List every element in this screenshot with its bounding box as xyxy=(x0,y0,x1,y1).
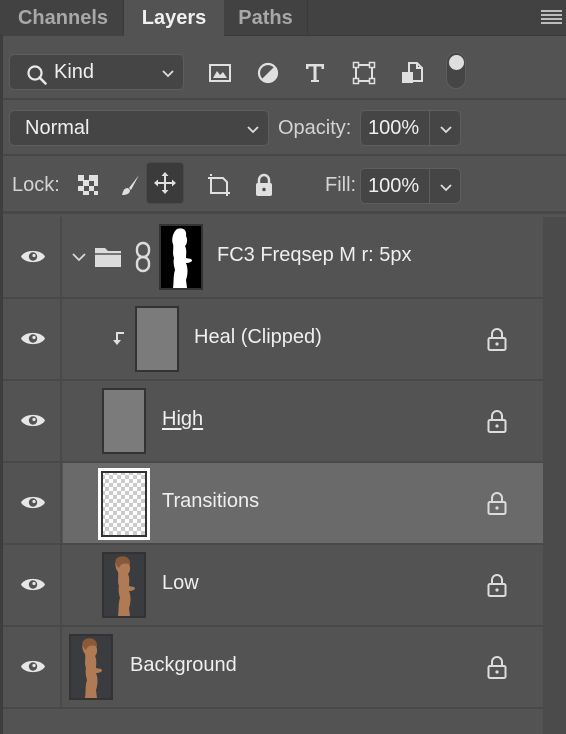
link-icon[interactable] xyxy=(135,241,151,273)
eye-icon xyxy=(21,332,45,345)
layer-name[interactable]: Transitions xyxy=(162,490,259,513)
toggle-knob xyxy=(449,55,464,70)
fill-value[interactable]: 100% xyxy=(368,175,419,198)
search-icon xyxy=(27,65,47,85)
blend-row: Normal Opacity: 100% xyxy=(3,100,566,156)
layer-thumbnail[interactable] xyxy=(102,388,146,454)
visibility-toggle[interactable] xyxy=(3,299,62,379)
visibility-toggle[interactable] xyxy=(3,463,62,543)
blend-mode-dropdown[interactable]: Normal xyxy=(9,110,269,146)
eye-icon xyxy=(21,414,45,427)
eye-icon xyxy=(21,578,45,591)
lock-icon xyxy=(487,492,507,515)
hamburger-menu-icon[interactable] xyxy=(541,10,562,24)
visibility-toggle[interactable] xyxy=(3,217,62,297)
chevron-down-icon xyxy=(247,126,259,134)
layer-body[interactable]: Heal (Clipped) xyxy=(63,299,543,379)
photo-layer-thumbnail[interactable] xyxy=(102,552,146,618)
silhouette-mask xyxy=(172,228,192,288)
chevron-down-icon xyxy=(162,70,174,78)
layer-row-high[interactable]: High xyxy=(3,381,566,463)
lock-artboard-icon[interactable] xyxy=(207,173,231,197)
layer-name[interactable]: FC3 Freqsep M r: 5px xyxy=(217,244,412,267)
layer-name[interactable]: Heal (Clipped) xyxy=(194,326,322,349)
visibility-toggle[interactable] xyxy=(3,545,62,625)
divider xyxy=(429,169,430,203)
blend-mode-value: Normal xyxy=(25,117,90,139)
image-filter-icon[interactable] xyxy=(208,61,232,85)
lock-all-icon[interactable] xyxy=(252,173,276,197)
lock-transparent-pixels-icon[interactable] xyxy=(76,173,100,197)
clipping-arrow-icon xyxy=(113,332,124,345)
opacity-value[interactable]: 100% xyxy=(368,117,419,140)
portrait-image xyxy=(115,556,135,616)
opacity-label: Opacity: xyxy=(278,117,352,139)
transparent-layer-thumbnail[interactable] xyxy=(98,468,150,540)
lock-icon xyxy=(487,328,507,351)
lock-row: Lock: Fill: 100% xyxy=(3,156,566,214)
layer-body[interactable]: Low xyxy=(63,545,543,625)
layer-thumbnail[interactable] xyxy=(135,306,179,372)
smart-object-filter-icon[interactable] xyxy=(400,61,424,85)
lock-position-icon xyxy=(154,172,176,194)
fill-label: Fill: xyxy=(325,174,357,196)
visibility-toggle[interactable] xyxy=(3,627,62,707)
layer-name[interactable]: Background xyxy=(130,654,237,677)
layer-body[interactable]: FC3 Freqsep M r: 5px xyxy=(63,217,543,297)
layer-row-transitions[interactable]: Transitions xyxy=(3,463,566,545)
layer-body[interactable]: Background xyxy=(63,627,543,707)
divider xyxy=(429,111,430,145)
lock-icon xyxy=(487,410,507,433)
filter-toggle-switch[interactable] xyxy=(446,52,466,89)
layer-name[interactable]: Low xyxy=(162,572,199,595)
layer-body[interactable]: Transitions xyxy=(63,463,543,543)
lock-icon xyxy=(487,574,507,597)
lock-position-button[interactable] xyxy=(146,162,184,204)
tab-layers[interactable]: Layers xyxy=(124,0,224,37)
lock-image-pixels-icon[interactable] xyxy=(118,173,142,197)
layer-row-low[interactable]: Low xyxy=(3,545,566,627)
photo-layer-thumbnail[interactable] xyxy=(69,634,113,700)
adjustment-filter-icon[interactable] xyxy=(256,61,280,85)
opacity-field[interactable]: 100% xyxy=(360,110,461,146)
panel-tab-bar: Channels Layers Paths xyxy=(0,0,566,37)
eye-icon xyxy=(21,496,45,509)
chevron-down-icon[interactable] xyxy=(439,125,453,135)
layer-row-heal[interactable]: Heal (Clipped) xyxy=(3,299,566,381)
lock-icon xyxy=(487,656,507,679)
chevron-down-icon[interactable] xyxy=(71,251,87,263)
layer-row-background[interactable]: Background xyxy=(3,627,566,709)
eye-icon xyxy=(21,660,45,673)
portrait-image xyxy=(82,638,102,698)
layer-row-fc3-group[interactable]: FC3 Freqsep M r: 5px xyxy=(3,217,566,299)
filter-kind-label: Kind xyxy=(54,61,95,83)
shape-filter-icon[interactable] xyxy=(352,61,376,85)
filter-kind-dropdown[interactable]: Kind xyxy=(9,54,184,90)
folder-icon xyxy=(95,248,121,267)
fill-field[interactable]: 100% xyxy=(360,168,461,204)
type-filter-icon[interactable] xyxy=(303,61,327,85)
filter-row: Kind xyxy=(3,37,566,100)
layers-list: FC3 Freqsep M r: 5px Heal (Clipped) High xyxy=(3,217,566,709)
chevron-down-icon[interactable] xyxy=(439,183,453,193)
tab-channels[interactable]: Channels xyxy=(3,0,124,36)
visibility-toggle[interactable] xyxy=(3,381,62,461)
tab-paths[interactable]: Paths xyxy=(224,0,308,36)
eye-icon xyxy=(21,250,45,263)
layer-mask-thumbnail[interactable] xyxy=(159,224,203,290)
lock-label: Lock: xyxy=(12,174,60,196)
layer-name[interactable]: High xyxy=(162,408,203,431)
layer-body[interactable]: High xyxy=(63,381,543,461)
scroll-gutter[interactable] xyxy=(543,217,566,734)
